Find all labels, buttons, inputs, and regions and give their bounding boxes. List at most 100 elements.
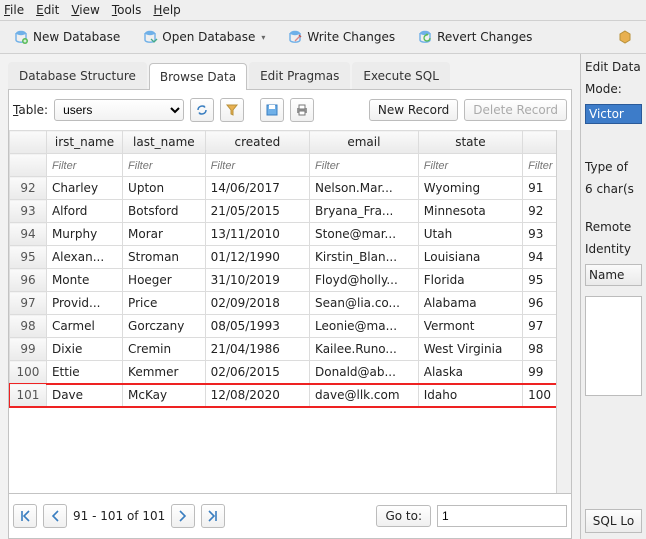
cell[interactable]: Murphy	[46, 223, 122, 246]
cell[interactable]: dave@llk.com	[310, 384, 419, 407]
cell[interactable]: 12/08/2020	[205, 384, 309, 407]
cell[interactable]: Gorczany	[123, 315, 206, 338]
cell[interactable]: Dixie	[46, 338, 122, 361]
cell[interactable]: Floyd@holly...	[310, 269, 419, 292]
revert-changes-button[interactable]: Revert Changes	[410, 25, 539, 49]
col-created[interactable]: created	[205, 131, 309, 154]
menu-file[interactable]: File	[4, 3, 24, 17]
cell[interactable]: 01/12/1990	[205, 246, 309, 269]
cell[interactable]: Wyoming	[418, 177, 522, 200]
filter-created[interactable]	[211, 160, 304, 172]
cell[interactable]: Donald@ab...	[310, 361, 419, 384]
cell[interactable]: Kailee.Runo...	[310, 338, 419, 361]
cell[interactable]: Utah	[418, 223, 522, 246]
row-number[interactable]: 93	[10, 200, 47, 223]
clear-filters-button[interactable]	[220, 98, 244, 122]
cell[interactable]: Alabama	[418, 292, 522, 315]
cell[interactable]: Ettie	[46, 361, 122, 384]
tab-browse-data[interactable]: Browse Data	[149, 63, 247, 90]
save-button[interactable]	[260, 98, 284, 122]
row-number[interactable]: 92	[10, 177, 47, 200]
filter-state[interactable]	[424, 160, 517, 172]
col-state[interactable]: state	[418, 131, 522, 154]
first-page-button[interactable]	[13, 504, 37, 528]
menu-view[interactable]: View	[71, 3, 99, 17]
cell[interactable]: Provid...	[46, 292, 122, 315]
cell[interactable]: Alford	[46, 200, 122, 223]
table-row[interactable]: 97Provid...Price02/09/2018Sean@lia.co...…	[10, 292, 571, 315]
truncated-button[interactable]	[610, 25, 640, 49]
cell[interactable]: Carmel	[46, 315, 122, 338]
new-record-button[interactable]: New Record	[369, 99, 458, 121]
print-button[interactable]	[290, 98, 314, 122]
filter-email[interactable]	[315, 160, 413, 172]
table-row[interactable]: 98CarmelGorczany08/05/1993Leonie@ma...Ve…	[10, 315, 571, 338]
cell[interactable]: Hoeger	[123, 269, 206, 292]
filter-first-name[interactable]	[52, 160, 117, 172]
cell[interactable]: Bryana_Fra...	[310, 200, 419, 223]
cell[interactable]: 21/05/2015	[205, 200, 309, 223]
cell[interactable]: 14/06/2017	[205, 177, 309, 200]
cell[interactable]: Nelson.Mar...	[310, 177, 419, 200]
cell[interactable]: Sean@lia.co...	[310, 292, 419, 315]
cell[interactable]: Leonie@ma...	[310, 315, 419, 338]
col-email[interactable]: email	[310, 131, 419, 154]
cell[interactable]: Idaho	[418, 384, 522, 407]
table-row[interactable]: 100EttieKemmer02/06/2015Donald@ab...Alas…	[10, 361, 571, 384]
cell[interactable]: West Virginia	[418, 338, 522, 361]
cell[interactable]: Upton	[123, 177, 206, 200]
table-select[interactable]: users	[54, 99, 184, 121]
table-row[interactable]: 92CharleyUpton14/06/2017Nelson.Mar...Wyo…	[10, 177, 571, 200]
cell[interactable]: Charley	[46, 177, 122, 200]
goto-button[interactable]: Go to:	[376, 505, 431, 527]
row-number[interactable]: 96	[10, 269, 47, 292]
cell[interactable]: 02/06/2015	[205, 361, 309, 384]
table-row[interactable]: 101DaveMcKay12/08/2020dave@llk.comIdaho1…	[10, 384, 571, 407]
open-database-button[interactable]: Open Database ▾	[135, 25, 272, 49]
tab-edit-pragmas[interactable]: Edit Pragmas	[249, 62, 350, 89]
cell[interactable]: Kemmer	[123, 361, 206, 384]
row-number[interactable]: 95	[10, 246, 47, 269]
table-row[interactable]: 95Alexan...Stroman01/12/1990Kirstin_Blan…	[10, 246, 571, 269]
cell[interactable]: Alexan...	[46, 246, 122, 269]
menu-edit[interactable]: Edit	[36, 3, 59, 17]
row-number[interactable]: 97	[10, 292, 47, 315]
table-row[interactable]: 94MurphyMorar13/11/2010Stone@mar...Utah9…	[10, 223, 571, 246]
cell[interactable]: 21/04/1986	[205, 338, 309, 361]
table-row[interactable]: 93AlfordBotsford21/05/2015Bryana_Fra...M…	[10, 200, 571, 223]
cell[interactable]: 08/05/1993	[205, 315, 309, 338]
cell[interactable]: Vermont	[418, 315, 522, 338]
tab-execute-sql[interactable]: Execute SQL	[352, 62, 450, 89]
cell[interactable]: Minnesota	[418, 200, 522, 223]
data-table[interactable]: irst_name last_name created email state	[9, 130, 571, 407]
cell[interactable]: Botsford	[123, 200, 206, 223]
table-row[interactable]: 99DixieCremin21/04/1986Kailee.Runo...Wes…	[10, 338, 571, 361]
goto-input[interactable]	[437, 505, 567, 527]
tab-database-structure[interactable]: Database Structure	[8, 62, 147, 89]
row-number[interactable]: 94	[10, 223, 47, 246]
side-name-field[interactable]	[585, 296, 642, 396]
cell[interactable]: 13/11/2010	[205, 223, 309, 246]
prev-page-button[interactable]	[43, 504, 67, 528]
cell[interactable]: McKay	[123, 384, 206, 407]
filter-last-name[interactable]	[128, 160, 200, 172]
cell[interactable]: Morar	[123, 223, 206, 246]
side-value[interactable]: Victor	[585, 104, 642, 124]
cell[interactable]: Monte	[46, 269, 122, 292]
cell[interactable]: Louisiana	[418, 246, 522, 269]
cell[interactable]: Dave	[46, 384, 122, 407]
menu-tools[interactable]: Tools	[112, 3, 142, 17]
cell[interactable]: Stone@mar...	[310, 223, 419, 246]
dropdown-arrow-icon[interactable]: ▾	[261, 33, 265, 42]
table-row[interactable]: 96MonteHoeger31/10/2019Floyd@holly...Flo…	[10, 269, 571, 292]
row-number[interactable]: 100	[10, 361, 47, 384]
cell[interactable]: Kirstin_Blan...	[310, 246, 419, 269]
cell[interactable]: 31/10/2019	[205, 269, 309, 292]
sql-log-button[interactable]: SQL Lo	[585, 509, 642, 533]
menu-help[interactable]: Help	[153, 3, 180, 17]
last-page-button[interactable]	[201, 504, 225, 528]
cell[interactable]: Cremin	[123, 338, 206, 361]
cell[interactable]: Florida	[418, 269, 522, 292]
cell[interactable]: Price	[123, 292, 206, 315]
refresh-button[interactable]	[190, 98, 214, 122]
